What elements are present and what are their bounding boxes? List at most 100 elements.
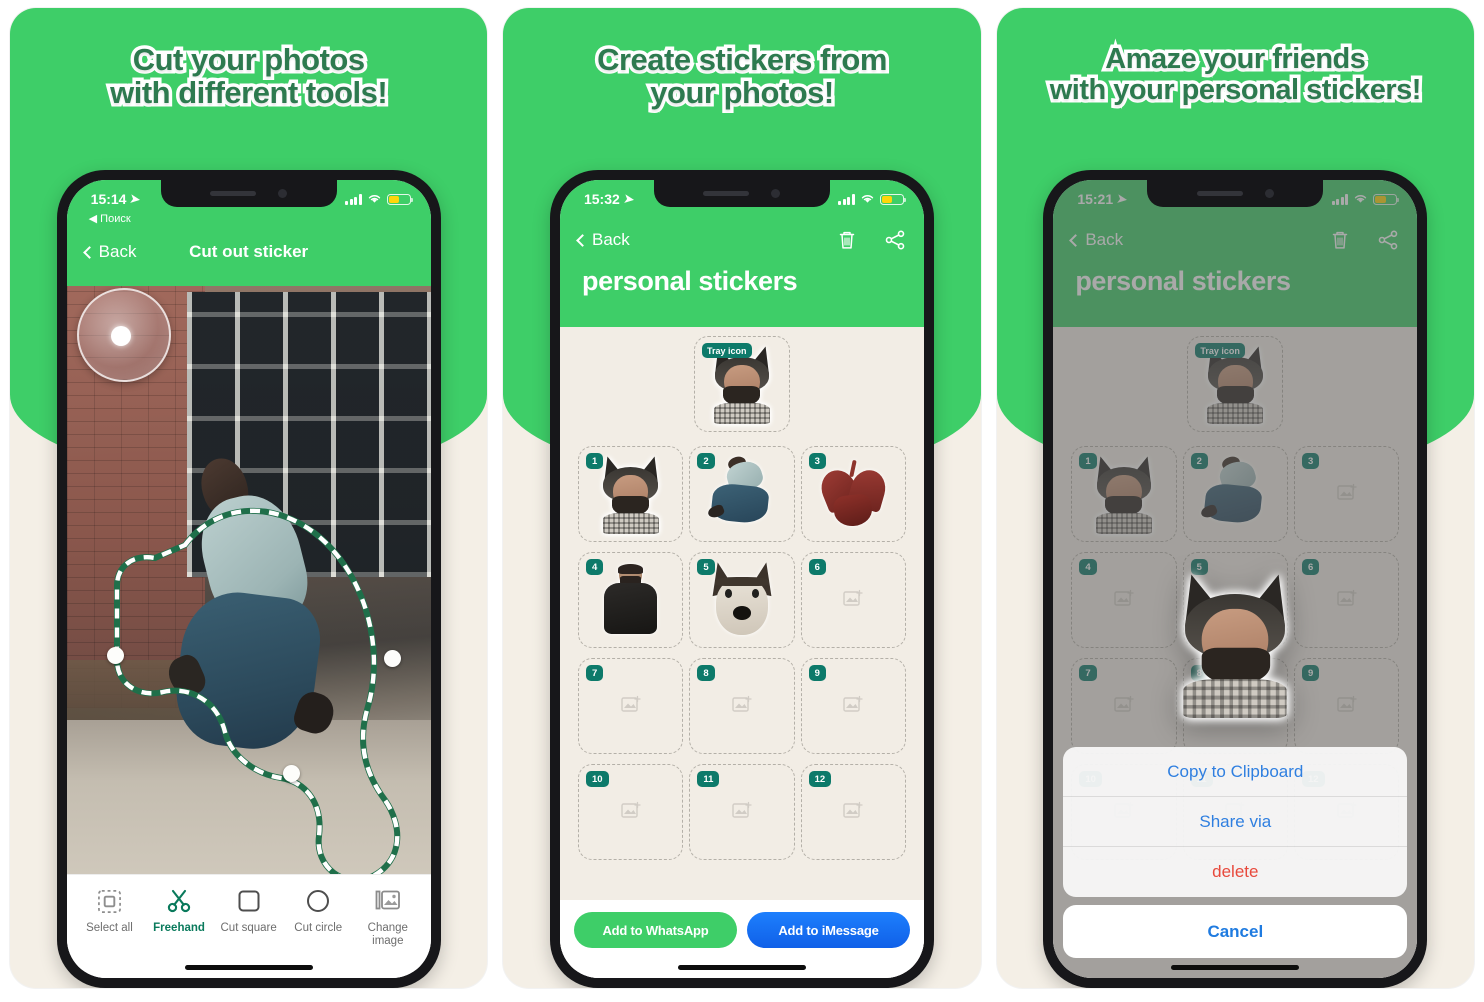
add-image-placeholder-icon — [843, 695, 863, 718]
phone-mockup-3: 15:21 ➤ — [1043, 170, 1428, 988]
sticker-slot[interactable]: 3 — [800, 446, 906, 542]
slot-number-badge: 9 — [808, 665, 826, 681]
home-indicator[interactable] — [184, 965, 313, 970]
screenshot-gallery: Cut your photos with different tools! 15… — [0, 0, 1484, 1002]
man-hair — [617, 564, 644, 575]
wolf-shirt — [713, 403, 771, 424]
sticker-slot[interactable]: 4 — [577, 552, 684, 648]
dog-brow — [714, 576, 769, 587]
wolf-shirt — [602, 513, 659, 534]
sticker-slot-empty[interactable]: 9 — [800, 658, 906, 754]
tool-label: Freehand — [153, 922, 205, 934]
selection-handle[interactable] — [106, 647, 124, 664]
home-indicator[interactable] — [1171, 965, 1300, 970]
cellular-signal-icon — [345, 193, 362, 205]
scissors-icon — [166, 887, 192, 915]
selection-handle[interactable] — [383, 650, 401, 667]
tool-cut-circle[interactable]: Cut circle — [283, 887, 353, 935]
phone-mockup-2: 15:32 ➤ Back personal stickers Tray icon… — [549, 170, 934, 988]
status-left: 15:14 ➤ — [90, 191, 142, 207]
sticker-slot-empty[interactable]: 11 — [689, 764, 795, 860]
panel-headline-2: Create stickers from your photos! — [503, 40, 980, 113]
promo-panel-3: Amaze your friends with your personal st… — [996, 8, 1474, 988]
sticker-slot[interactable]: 2 — [689, 446, 795, 542]
tool-select-all[interactable]: Select all — [75, 887, 145, 935]
return-to-search-link[interactable]: ◀ Поиск — [89, 212, 131, 225]
sticker-slot-empty[interactable]: 12 — [800, 764, 906, 860]
sticker-thumbnail — [705, 559, 779, 640]
chevron-left-icon — [82, 245, 96, 259]
share-icon[interactable] — [884, 229, 906, 251]
tool-label: Select all — [86, 922, 133, 934]
sticker-thumbnail — [594, 560, 668, 640]
sticker-art-wolf — [1167, 568, 1304, 718]
slot-number-badge: 4 — [585, 559, 604, 575]
sticker-thumbnail — [594, 453, 668, 534]
slot-number-badge: 3 — [808, 453, 826, 469]
add-to-imessage-button[interactable]: Add to iMessage — [746, 912, 910, 948]
wifi-icon — [367, 193, 382, 206]
sticker-slot-empty[interactable]: 10 — [577, 764, 684, 860]
selection-handle[interactable] — [282, 765, 300, 782]
front-camera — [278, 189, 288, 198]
home-indicator[interactable] — [677, 965, 806, 970]
back-button[interactable]: Back — [82, 242, 136, 262]
slot-number-badge: 6 — [808, 559, 826, 575]
sticker-slot-empty[interactable]: 7 — [577, 658, 684, 754]
cancel-button[interactable]: Cancel — [1063, 905, 1408, 958]
battery-icon — [386, 193, 413, 205]
panel-headline-3: Amaze your friends with your personal st… — [997, 40, 1474, 108]
tray-icon-row: Tray icon — [560, 320, 924, 442]
earpiece-speaker — [210, 191, 257, 196]
slot-number-badge: 5 — [697, 559, 715, 575]
sticker-slot[interactable]: 1 — [577, 446, 684, 542]
sticker-slot-empty[interactable]: 6 — [800, 552, 906, 648]
square-icon — [237, 887, 261, 915]
earpiece-speaker — [1196, 191, 1243, 196]
magnifier-loupe — [76, 288, 171, 382]
slot-number-badge: 10 — [585, 771, 609, 787]
add-image-placeholder-icon — [620, 801, 641, 824]
trash-icon[interactable] — [836, 229, 858, 251]
delete-button[interactable]: delete — [1063, 847, 1407, 897]
tool-freehand[interactable]: Freehand — [144, 887, 214, 935]
loupe-cursor-dot — [111, 326, 132, 346]
sticker-thumbnail — [815, 454, 890, 534]
add-to-whatsapp-button[interactable]: Add to WhatsApp — [573, 912, 737, 948]
share-via-button[interactable]: Share via — [1063, 797, 1408, 847]
nav-actions — [836, 229, 906, 251]
tray-icon-badge: Tray icon — [701, 343, 752, 358]
man-tshirt — [603, 583, 658, 634]
sticker-thumbnail — [705, 454, 779, 534]
panel-headline-1: Cut your photos with different tools! — [10, 40, 487, 113]
tool-change-image[interactable]: Change image — [353, 887, 423, 948]
photo-edit-canvas[interactable] — [66, 280, 431, 874]
dog-eye-right — [751, 589, 760, 598]
tool-label: Cut circle — [294, 922, 343, 934]
add-image-placeholder-icon — [732, 801, 752, 824]
sticker-slot-grid: 1 — [560, 442, 924, 860]
copy-to-clipboard-button[interactable]: Copy to Clipboard — [1063, 747, 1408, 797]
front-camera — [771, 189, 781, 198]
tool-label: Change image — [367, 922, 408, 948]
status-time: 15:14 — [90, 191, 127, 207]
tool-cut-square[interactable]: Cut square — [214, 887, 284, 935]
slot-number-badge: 12 — [808, 771, 832, 787]
status-left: 15:32 ➤ — [584, 191, 635, 207]
circle-icon — [306, 887, 330, 915]
action-sheet: Copy to Clipboard Share via delete Cance… — [1063, 747, 1408, 958]
pack-title: personal stickers — [581, 266, 798, 296]
slot-number-badge: 11 — [697, 771, 720, 787]
headline-line-1: Create stickers from — [594, 40, 891, 80]
tray-icon-slot[interactable]: Tray icon — [693, 336, 790, 432]
nav-row-1: Back Cut out sticker — [67, 232, 431, 272]
sticker-slot[interactable]: 5 — [689, 552, 795, 648]
slot-number-badge: 1 — [585, 453, 604, 469]
back-button[interactable]: Back — [576, 230, 630, 250]
notch — [160, 180, 337, 207]
slot-number-badge: 8 — [697, 665, 715, 681]
sticker-slot-empty[interactable]: 8 — [689, 658, 795, 754]
sticker-art-wolf — [594, 453, 668, 534]
back-button-label: Back — [591, 230, 630, 249]
add-image-placeholder-icon — [843, 801, 863, 824]
